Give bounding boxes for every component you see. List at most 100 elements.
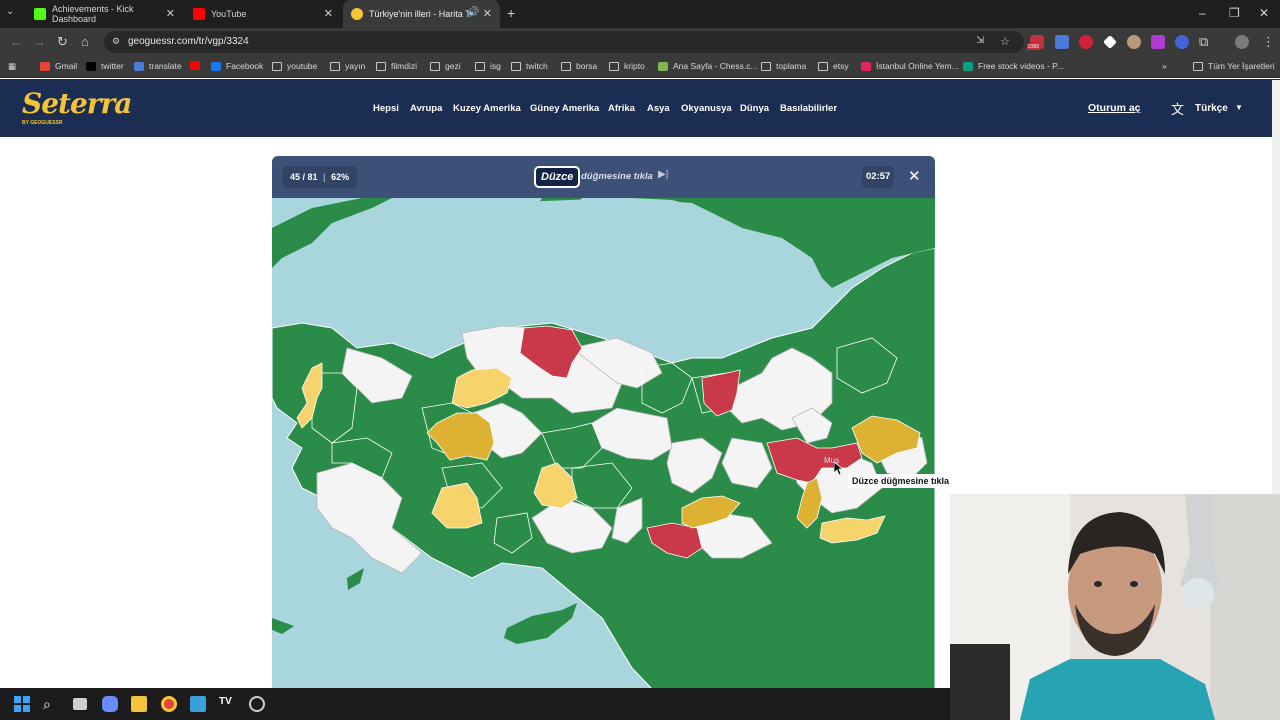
webcam-overlay (950, 494, 1280, 720)
tab-seterra[interactable]: Türkiye'nin illeri - Harita Te 🔊 ✕ (343, 0, 500, 28)
url-input[interactable]: ⚙ geoguessr.com/tr/vgp/3324 ⇲ ☆ (104, 31, 1024, 53)
nav-okyanusya[interactable]: Okyanusya (681, 103, 732, 114)
tab-kick[interactable]: Achievements - Kick Dashboard ✕ (26, 0, 183, 28)
folder-icon (330, 61, 340, 71)
menu-icon[interactable]: ⋮ (1262, 34, 1275, 50)
store-icon[interactable] (190, 696, 206, 712)
bookmark-label: filmdizi (391, 61, 417, 71)
windows-start-icon[interactable] (14, 696, 30, 712)
back-icon[interactable]: ← (10, 34, 23, 49)
apps-grid-icon[interactable]: ▦ (8, 61, 16, 72)
seterra-logo[interactable]: Seterra (22, 87, 132, 120)
adblock-icon[interactable] (1079, 35, 1093, 49)
file-explorer-icon[interactable] (131, 696, 147, 712)
tab-title: Achievements - Kick Dashboard (52, 4, 134, 24)
seterra-icon (351, 8, 363, 20)
tab-search-icon[interactable]: ⌄ (6, 6, 14, 17)
youtube-icon (190, 61, 200, 70)
nav-guney-amerika[interactable]: Güney Amerika (530, 103, 599, 114)
bookmark-item[interactable]: kripto (609, 61, 645, 71)
chrome-icon[interactable] (161, 696, 177, 712)
progress-count: 45 / 81 (290, 172, 318, 182)
skip-icon[interactable]: ▶| (658, 169, 668, 180)
copilot-icon[interactable] (102, 696, 118, 712)
bookmark-item[interactable]: etsy (818, 61, 849, 71)
hover-tooltip: Düzce düğmesine tıkla (848, 474, 954, 488)
nav-kuzey-amerika[interactable]: Kuzey Amerika (453, 103, 521, 114)
profile-avatar[interactable] (1235, 35, 1249, 49)
bookmark-item[interactable]: youtube (272, 61, 317, 71)
nav-afrika[interactable]: Afrika (608, 103, 635, 114)
translate-extension-icon[interactable] (1055, 35, 1069, 49)
nav-asya[interactable]: Asya (647, 103, 670, 114)
folder-icon (609, 61, 619, 71)
quiz-header: 45 / 81 | 62% Düzce düğmesine tıkla ▶| 0… (272, 156, 935, 198)
bookmark-item[interactable] (190, 61, 205, 70)
home-icon[interactable]: ⌂ (81, 34, 89, 49)
steam-icon[interactable] (249, 696, 265, 712)
audio-extension-icon[interactable] (1175, 35, 1189, 49)
bookmark-item[interactable]: Facebook (211, 61, 263, 71)
bookmark-item[interactable]: twitch (511, 61, 548, 71)
nav-avrupa[interactable]: Avrupa (410, 103, 442, 114)
bookmark-item[interactable]: borsa (561, 61, 597, 71)
close-quiz-icon[interactable]: ✕ (908, 167, 921, 185)
nav-dunya[interactable]: Dünya (740, 103, 769, 114)
bookmark-item[interactable]: filmdizi (376, 61, 417, 71)
search-icon[interactable]: ⌕ (43, 696, 59, 712)
bookmark-label: Facebook (226, 61, 264, 71)
extensions-icon[interactable]: ⧉ (1199, 34, 1208, 50)
nav-basilabilirler[interactable]: Basılabilirler (780, 103, 837, 114)
chevron-down-icon[interactable]: ▼ (1235, 103, 1243, 112)
task-view-icon[interactable] (73, 698, 87, 710)
bookmark-item[interactable]: isg (475, 61, 501, 71)
page-scrollbar[interactable] (1272, 80, 1280, 494)
language-select[interactable]: Türkçe (1195, 103, 1228, 114)
close-window-icon[interactable]: ✕ (1259, 6, 1269, 20)
bookmark-item[interactable]: gezi (430, 61, 461, 71)
close-icon[interactable]: ✕ (324, 7, 333, 20)
extension-badge: 2395 (1027, 44, 1041, 50)
forward-icon[interactable]: → (33, 34, 46, 49)
more-bookmarks-icon[interactable]: » (1162, 61, 1167, 71)
bookmark-label: twitch (526, 61, 548, 71)
kick-icon (34, 8, 46, 20)
folder-icon (511, 61, 521, 71)
bookmark-item[interactable]: twitter (86, 61, 124, 71)
diamond-extension-icon[interactable] (1103, 35, 1117, 49)
bookmark-item[interactable]: Free stock videos - P... (963, 61, 1064, 71)
bookmark-item[interactable]: İstanbul Online Yem... (861, 61, 959, 71)
minimize-icon[interactable]: – (1199, 6, 1206, 20)
gmail-icon (40, 61, 50, 71)
site-info-icon[interactable]: ⚙ (112, 36, 120, 47)
bookmark-label: twitter (101, 61, 124, 71)
tradingview-icon[interactable]: TV (219, 696, 235, 712)
bookmark-star-icon[interactable]: ☆ (1000, 35, 1010, 48)
install-app-icon[interactable]: ⇲ (976, 35, 984, 46)
close-icon[interactable]: ✕ (166, 7, 175, 20)
language-icon[interactable]: 文 (1171, 99, 1184, 118)
turkey-province-map[interactable]: Muş (272, 198, 935, 689)
close-icon[interactable]: ✕ (483, 7, 492, 20)
new-tab-button[interactable]: + (507, 5, 515, 21)
windows-taskbar: ⌕ TV (0, 688, 950, 720)
all-bookmarks[interactable]: Tüm Yer İşaretleri (1193, 61, 1275, 71)
bookmark-label: isg (490, 61, 501, 71)
pexels-icon (963, 61, 973, 71)
bookmark-item[interactable]: translate (134, 61, 182, 71)
nav-hepsi[interactable]: Hepsi (373, 103, 399, 114)
bookmark-label: youtube (287, 61, 318, 71)
site-header: Seterra BY GEOGUESSR Hepsi Avrupa Kuzey … (0, 79, 1280, 137)
bookmark-item[interactable]: Ana Sayfa - Chess.c... (658, 61, 758, 71)
restore-icon[interactable]: ❐ (1229, 6, 1240, 20)
prompt-text: düğmesine tıkla (581, 171, 653, 182)
twitch-extension-icon[interactable] (1151, 35, 1165, 49)
tab-youtube[interactable]: YouTube ✕ (185, 0, 341, 28)
bookmark-item[interactable]: yayın (330, 61, 365, 71)
bookmark-item[interactable]: toplama (761, 61, 806, 71)
avatar-extension-icon[interactable] (1127, 35, 1141, 49)
reload-icon[interactable]: ↻ (57, 34, 68, 50)
login-link[interactable]: Oturum aç (1088, 102, 1141, 114)
bookmark-item[interactable]: Gmail (40, 61, 77, 71)
speaker-icon[interactable]: 🔊 (467, 7, 479, 18)
